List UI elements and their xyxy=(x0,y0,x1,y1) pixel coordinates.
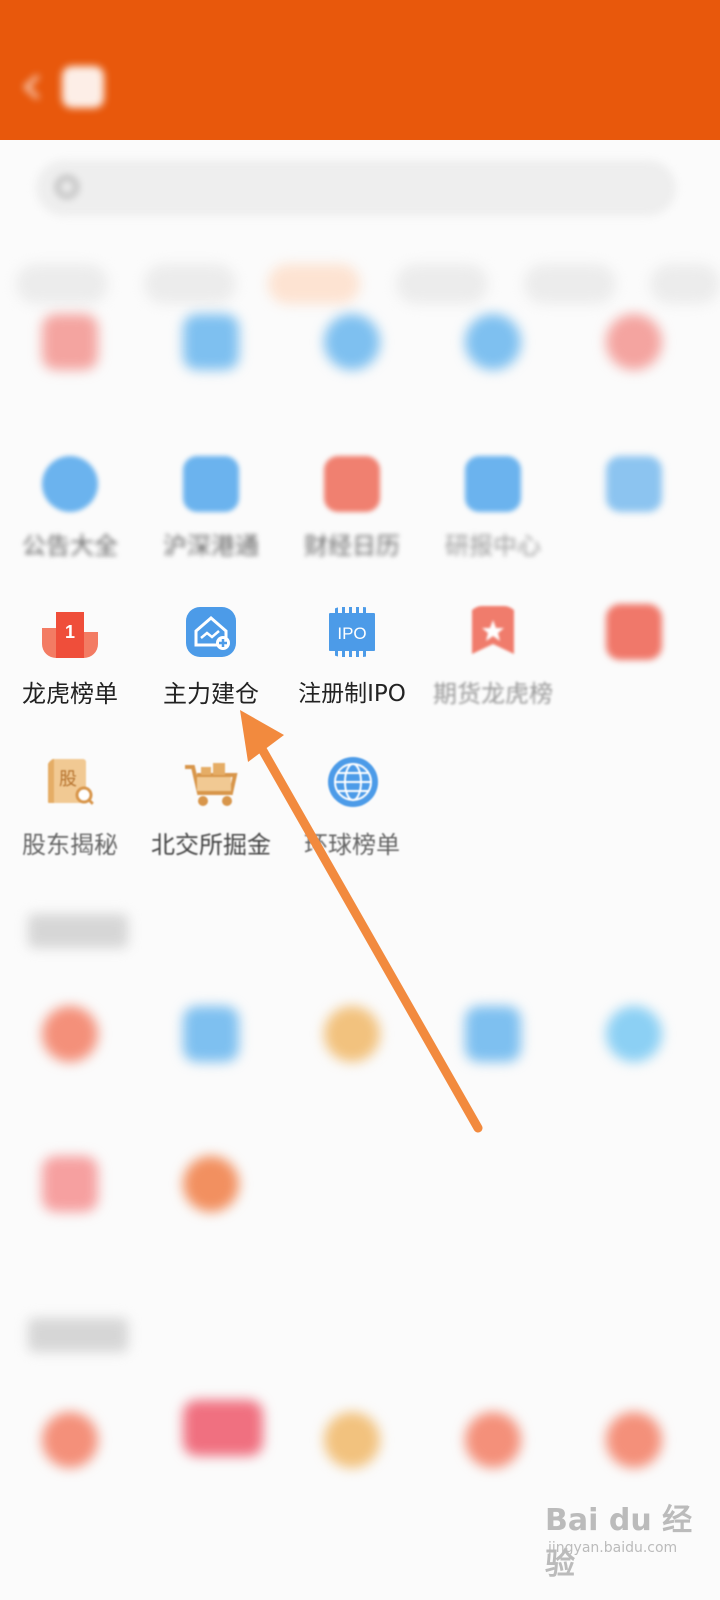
mail-icon xyxy=(183,314,239,370)
globe-icon xyxy=(606,1006,662,1062)
tab-1[interactable] xyxy=(16,264,108,304)
gift-icon xyxy=(42,314,98,370)
star-icon xyxy=(183,1006,239,1062)
tab-6[interactable] xyxy=(650,264,720,304)
podium-icon: 1 xyxy=(42,612,98,658)
gold-cart-icon xyxy=(185,763,238,806)
grid-item[interactable] xyxy=(282,314,422,424)
grid-item-bse-gold[interactable]: 北交所掘金 xyxy=(141,755,281,865)
tab-2[interactable] xyxy=(144,264,236,304)
grid-item-label: 公告大全 xyxy=(22,532,118,560)
grid-item-shareholder-reveal[interactable]: 股 股东揭秘 xyxy=(0,755,140,865)
grid-item-label: 环球榜单 xyxy=(304,831,400,859)
calendar-icon xyxy=(606,314,662,370)
svg-text:IPO: IPO xyxy=(337,624,366,643)
section-title xyxy=(28,914,128,948)
grid-item-finance-calendar[interactable]: 财经日历 xyxy=(282,456,422,566)
grid-item[interactable] xyxy=(423,314,563,424)
grid-item-label: 龙虎榜单 xyxy=(22,680,118,708)
announcement-icon xyxy=(42,456,98,512)
grid-item[interactable] xyxy=(141,1156,281,1266)
grid-item[interactable] xyxy=(282,1412,422,1522)
calendar-icon xyxy=(324,456,380,512)
grid-item[interactable] xyxy=(282,1006,422,1116)
grid-item-dragon-tiger-list[interactable]: 1 龙虎榜单 xyxy=(0,604,140,714)
tab-5[interactable] xyxy=(524,264,616,304)
grid-item-futures-dragon-tiger[interactable]: 期货龙虎榜 xyxy=(423,604,563,714)
grid-item[interactable] xyxy=(0,1006,140,1116)
watermark-logo: Bai du 经验 xyxy=(545,1503,693,1582)
grid-item[interactable] xyxy=(141,314,281,424)
grid-item-ipo[interactable]: IPO 注册制IPO xyxy=(282,604,422,714)
chart-icon xyxy=(465,1006,521,1062)
ipo-chip-icon: IPO xyxy=(329,607,375,657)
grid-item-label: 财经日历 xyxy=(304,532,400,560)
fire-icon xyxy=(606,1412,662,1468)
grid-item[interactable] xyxy=(564,1006,704,1116)
globe-icon xyxy=(328,757,378,807)
grid-item-announcements[interactable]: 公告大全 xyxy=(0,456,140,566)
grid-item-label: 股东揭秘 xyxy=(22,831,118,859)
shield-icon xyxy=(606,604,662,660)
search-icon xyxy=(56,176,78,198)
grid-item-hk-connect[interactable]: 沪深港通 xyxy=(141,456,281,566)
section-title xyxy=(28,1318,128,1352)
grid-item[interactable] xyxy=(564,314,704,424)
app-header xyxy=(0,0,720,140)
grid-item[interactable] xyxy=(564,456,704,566)
grid-item-research[interactable]: 研报中心 xyxy=(423,456,563,566)
grid-item-label: 研报中心 xyxy=(445,532,541,560)
watermark-url: jingyan.baidu.com xyxy=(548,1540,678,1556)
grid-item-label: 期货龙虎榜 xyxy=(433,680,553,708)
book-icon xyxy=(606,456,662,512)
fire-icon xyxy=(42,1006,98,1062)
sun-icon xyxy=(324,1412,380,1468)
crown-icon xyxy=(324,1006,380,1062)
coin-icon xyxy=(183,1156,239,1212)
tab-4[interactable] xyxy=(396,264,488,304)
grid-item-label: 沪深港通 xyxy=(163,532,259,560)
grid-item[interactable] xyxy=(0,1412,140,1522)
book-search-icon: 股 xyxy=(48,759,96,807)
grid-item[interactable] xyxy=(0,1156,140,1266)
grid-item-global-list[interactable]: 环球榜单 xyxy=(282,755,422,865)
svg-text:1: 1 xyxy=(65,622,75,642)
grid-item[interactable] xyxy=(423,1006,563,1116)
tag-icon xyxy=(42,1156,98,1212)
grid-item[interactable] xyxy=(0,314,140,424)
bookmark-star-icon xyxy=(468,606,518,654)
grid-item[interactable] xyxy=(564,604,704,714)
grid-item[interactable] xyxy=(423,1412,563,1522)
grid-item[interactable] xyxy=(141,1006,281,1116)
back-icon[interactable] xyxy=(18,72,48,102)
grid-item-main-force-building[interactable]: 主力建仓 xyxy=(141,604,281,714)
search-input[interactable] xyxy=(36,160,676,216)
report-icon xyxy=(465,456,521,512)
doc-icon xyxy=(465,314,521,370)
grid-item[interactable] xyxy=(141,1400,281,1510)
exchange-icon xyxy=(183,456,239,512)
grid-item-label: 主力建仓 xyxy=(163,680,259,708)
chart-icon xyxy=(324,314,380,370)
svg-text:股: 股 xyxy=(59,769,77,790)
fire-icon xyxy=(42,1412,98,1468)
house-chart-icon xyxy=(186,607,236,657)
flag-icon xyxy=(183,1400,263,1456)
grid-item-label: 北交所掘金 xyxy=(151,831,271,859)
fire-icon xyxy=(465,1412,521,1468)
app-logo-icon xyxy=(62,66,104,108)
tab-3-active[interactable] xyxy=(268,264,360,304)
grid-item-label: 注册制IPO xyxy=(298,681,406,707)
